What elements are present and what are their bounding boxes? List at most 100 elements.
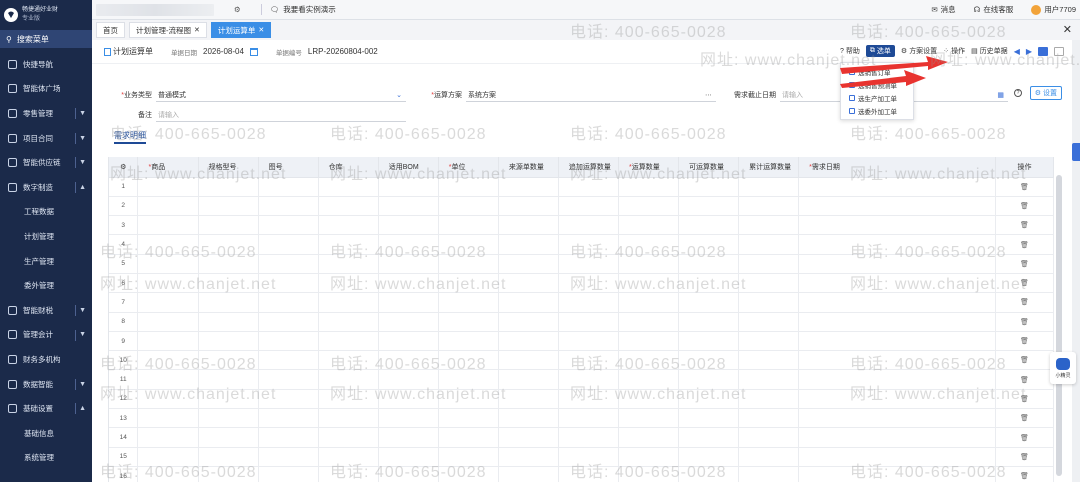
table-cell[interactable] — [438, 292, 499, 313]
chevron-down-icon[interactable]: ▼ — [79, 307, 86, 314]
table-cell[interactable] — [378, 292, 439, 313]
table-cell[interactable] — [558, 177, 619, 197]
trash-icon[interactable]: 🗑 — [1020, 338, 1029, 345]
table-row[interactable]: 15 🗑 — [109, 447, 1054, 467]
table-cell[interactable] — [198, 369, 259, 390]
assistant-widget[interactable]: 小精灵 — [1050, 352, 1076, 384]
company-selector[interactable] — [96, 3, 214, 16]
table-cell[interactable] — [137, 312, 199, 332]
messages-button[interactable]: ✉ 消息 — [931, 4, 955, 15]
table-cell[interactable] — [258, 234, 319, 255]
table-cell[interactable] — [318, 408, 379, 429]
table-cell[interactable] — [438, 389, 499, 410]
table-cell[interactable] — [678, 427, 740, 448]
table-cell[interactable] — [558, 350, 619, 371]
dropdown-item[interactable]: 选生产加工单 — [841, 91, 913, 104]
table-cell[interactable] — [738, 177, 800, 197]
table-cell[interactable] — [498, 292, 559, 313]
table-cell[interactable] — [558, 215, 619, 236]
table-cell[interactable] — [678, 312, 740, 332]
table-cell[interactable] — [438, 273, 499, 294]
table-cell[interactable] — [318, 350, 379, 371]
table-cell[interactable] — [738, 447, 800, 467]
chevron-down-icon[interactable]: ▼ — [79, 381, 86, 388]
menu-search[interactable]: ⚲ 搜索菜单 — [0, 30, 92, 48]
trash-icon[interactable]: 🗑 — [1020, 261, 1029, 268]
table-cell[interactable] — [378, 312, 439, 332]
table-row[interactable]: 10 🗑 — [109, 350, 1054, 371]
table-cell[interactable] — [498, 234, 559, 255]
table-cell[interactable] — [378, 427, 439, 448]
table-cell[interactable] — [798, 292, 996, 313]
table-cell[interactable] — [558, 234, 619, 255]
table-cell[interactable] — [558, 369, 619, 390]
sidebar-item[interactable]: 数据智能 ▼ — [0, 372, 92, 397]
table-cell[interactable] — [318, 369, 379, 390]
chevron-down-icon[interactable]: ▼ — [79, 331, 86, 338]
table-row[interactable]: 3 🗑 — [109, 215, 1054, 236]
table-cell[interactable] — [137, 369, 199, 390]
table-cell[interactable] — [618, 273, 680, 294]
chevron-down-icon[interactable]: ▼ — [79, 135, 86, 142]
table-cell[interactable] — [438, 427, 499, 448]
chevron-down-icon[interactable]: ▼ — [79, 159, 86, 166]
table-cell[interactable] — [618, 177, 680, 197]
table-cell[interactable] — [258, 350, 319, 371]
table-cell[interactable] — [558, 273, 619, 294]
table-cell[interactable] — [318, 177, 379, 197]
table-cell[interactable] — [498, 447, 559, 467]
table-cell[interactable] — [137, 196, 199, 217]
table-cell[interactable] — [258, 312, 319, 332]
table-row[interactable]: 8 🗑 — [109, 312, 1054, 332]
table-cell[interactable] — [318, 254, 379, 274]
table-cell[interactable] — [738, 389, 800, 410]
date-value[interactable]: 2026-08-04 — [203, 47, 244, 56]
table-cell[interactable] — [738, 369, 800, 390]
table-cell[interactable] — [258, 466, 319, 482]
table-cell[interactable] — [678, 177, 740, 197]
trash-icon[interactable]: 🗑 — [1020, 377, 1029, 384]
table-cell[interactable] — [318, 466, 379, 482]
scrollbar[interactable] — [1056, 175, 1062, 476]
sidebar-item[interactable]: 委外管理 — [0, 273, 92, 298]
table-cell[interactable] — [618, 408, 680, 429]
table-cell[interactable] — [678, 234, 740, 255]
table-cell[interactable] — [798, 196, 996, 217]
help-icon[interactable]: ? — [1014, 89, 1022, 97]
calendar-icon[interactable]: ▦ — [997, 91, 1004, 99]
trash-icon[interactable]: 🗑 — [1020, 222, 1029, 229]
table-cell[interactable] — [438, 234, 499, 255]
table-cell[interactable] — [678, 215, 740, 236]
table-cell[interactable] — [198, 389, 259, 410]
trash-icon[interactable]: 🗑 — [1020, 357, 1029, 364]
trash-icon[interactable]: 🗑 — [1020, 473, 1029, 480]
sidebar-item[interactable]: 财务多机构 — [0, 347, 92, 372]
card-view-icon[interactable] — [1054, 46, 1064, 56]
tab-plan-flow[interactable]: 计划管理-流程图 ✕ — [129, 22, 207, 38]
table-cell[interactable] — [618, 215, 680, 236]
table-cell[interactable] — [498, 466, 559, 482]
table-cell[interactable] — [318, 292, 379, 313]
table-cell[interactable] — [137, 273, 199, 294]
table-cell[interactable] — [618, 234, 680, 255]
table-cell[interactable] — [678, 196, 740, 217]
sidebar-item[interactable]: 管理会计 ▼ — [0, 323, 92, 348]
dropdown-item[interactable]: 选委外加工单 — [841, 104, 913, 117]
table-cell[interactable] — [678, 273, 740, 294]
table-cell[interactable] — [738, 215, 800, 236]
table-cell[interactable] — [678, 447, 740, 467]
table-cell[interactable] — [798, 447, 996, 467]
table-cell[interactable] — [558, 331, 619, 352]
table-cell[interactable] — [498, 350, 559, 371]
table-cell[interactable] — [558, 312, 619, 332]
table-cell[interactable] — [618, 427, 680, 448]
table-cell[interactable] — [558, 447, 619, 467]
table-row[interactable]: 2 🗑 — [109, 196, 1054, 217]
table-cell[interactable] — [498, 389, 559, 410]
tab-home[interactable]: 首页 — [96, 22, 125, 38]
sidebar-item[interactable]: 零售管理 ▼ — [0, 101, 92, 126]
history-button[interactable]: ▤ 历史单据 — [971, 46, 1008, 56]
table-cell[interactable] — [137, 177, 199, 197]
table-cell[interactable] — [137, 292, 199, 313]
table-cell[interactable] — [378, 196, 439, 217]
